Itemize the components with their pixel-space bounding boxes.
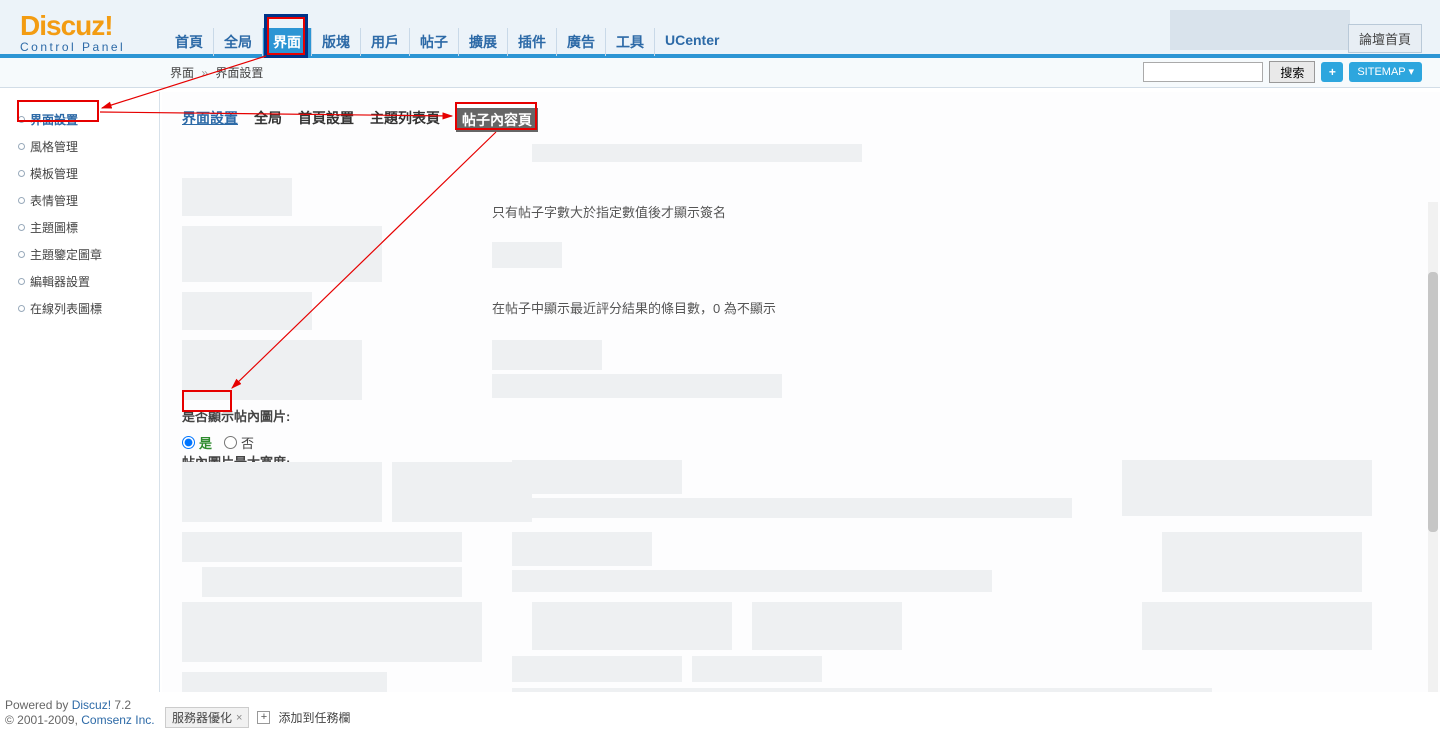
taskbar-tag-label: 服務器優化	[172, 709, 232, 726]
placeholder	[492, 242, 562, 268]
nav-ucenter[interactable]: UCenter	[655, 28, 729, 56]
forum-home-button[interactable]: 論壇首頁	[1348, 24, 1422, 53]
placeholder	[182, 292, 312, 330]
top-bar: Discuz! Control Panel 首頁 全局 界面 版塊 用戶 帖子 …	[0, 0, 1440, 58]
placeholder	[1122, 460, 1372, 516]
main-nav: 首頁 全局 界面 版塊 用戶 帖子 擴展 插件 廣告 工具 UCenter	[165, 28, 729, 56]
placeholder	[512, 498, 1072, 518]
sitemap-button[interactable]: SITEMAP ▾	[1349, 62, 1422, 82]
hint-signature: 只有帖子字數大於指定數值後才顯示簽名	[492, 202, 726, 221]
radio-yes-text: 是	[199, 433, 212, 452]
sidebar-item-interface-settings[interactable]: 界面設置	[0, 106, 159, 133]
tab-topic-list[interactable]: 主題列表頁	[370, 108, 440, 132]
nav-tools[interactable]: 工具	[606, 28, 655, 56]
placeholder	[182, 532, 462, 562]
crumb-a[interactable]: 界面	[170, 66, 194, 80]
tab-interface-settings[interactable]: 界面設置	[182, 108, 238, 132]
placeholder	[492, 374, 782, 398]
footer-version: 7.2	[114, 698, 131, 712]
placeholder	[512, 688, 1212, 692]
nav-post[interactable]: 帖子	[410, 28, 459, 56]
sidebar-item-editor[interactable]: 編輯器設置	[0, 268, 159, 295]
taskbar-tag[interactable]: 服務器優化 ×	[165, 707, 249, 728]
show-inline-image-field: 是否顯示帖內圖片: 是 否	[182, 406, 290, 452]
placeholder	[202, 567, 462, 597]
footer-discuz-link[interactable]: Discuz!	[72, 698, 111, 712]
nav-ads[interactable]: 廣告	[557, 28, 606, 56]
sidebar-item-topic-icon[interactable]: 主題圖標	[0, 214, 159, 241]
scrollbar-thumb[interactable]	[1428, 272, 1438, 532]
taskbar-add-label[interactable]: 添加到任務欄	[278, 709, 350, 726]
show-inline-image-label: 是否顯示帖內圖片:	[182, 406, 290, 425]
logo: Discuz! Control Panel	[20, 10, 160, 54]
placeholder	[692, 656, 822, 682]
crumb-b: 界面設置	[215, 66, 263, 80]
sidebar-item-online-icon[interactable]: 在線列表圖標	[0, 295, 159, 322]
placeholder	[752, 602, 902, 650]
search-box: 搜索 + SITEMAP ▾	[1143, 61, 1422, 83]
nav-extend[interactable]: 擴展	[459, 28, 508, 56]
sidebar: 界面設置 風格管理 模板管理 表情管理 主題圖標 主題鑒定圖章 編輯器設置 在線…	[0, 92, 160, 692]
nav-plugin[interactable]: 插件	[508, 28, 557, 56]
crumb-sep: »	[201, 66, 208, 80]
radio-yes-input[interactable]	[182, 436, 195, 449]
search-button[interactable]: 搜索	[1269, 61, 1315, 83]
tab-global[interactable]: 全局	[254, 108, 282, 132]
placeholder	[182, 178, 292, 216]
nav-interface[interactable]: 界面	[263, 28, 312, 56]
placeholder	[532, 602, 732, 650]
footer-comsenz-link[interactable]: Comsenz Inc.	[81, 713, 154, 727]
sidebar-item-emoji[interactable]: 表情管理	[0, 187, 159, 214]
add-button[interactable]: +	[1321, 62, 1343, 82]
footer-poweredby: Powered by	[5, 698, 72, 712]
taskbar-tag-close-icon[interactable]: ×	[236, 712, 242, 724]
radio-no-text: 否	[241, 433, 254, 452]
placeholder	[492, 340, 602, 370]
sidebar-item-style[interactable]: 風格管理	[0, 133, 159, 160]
placeholder	[182, 340, 362, 400]
placeholder	[512, 656, 682, 682]
tab-post-content[interactable]: 帖子內容頁	[456, 108, 538, 132]
placeholder	[512, 532, 652, 566]
placeholder	[1142, 602, 1372, 650]
radio-no-input[interactable]	[224, 436, 237, 449]
footer: Powered by Discuz! 7.2 © 2001-2009, Coms…	[5, 698, 155, 728]
placeholder	[512, 460, 682, 494]
tab-homepage[interactable]: 首頁設置	[298, 108, 354, 132]
content-area: 界面設置 全局 首頁設置 主題列表頁 帖子內容頁 只有帖子字數大於指定數值後才顯…	[162, 92, 1440, 692]
brand-subtitle: Control Panel	[20, 40, 160, 54]
breadcrumb-bar: 界面 » 界面設置 搜索 + SITEMAP ▾	[0, 58, 1440, 88]
placeholder	[182, 602, 482, 662]
sidebar-item-topic-stamp[interactable]: 主題鑒定圖章	[0, 241, 159, 268]
placeholder	[182, 672, 387, 692]
content-tabs: 界面設置 全局 首頁設置 主題列表頁 帖子內容頁	[162, 92, 1440, 142]
top-placeholder	[1170, 10, 1350, 50]
nav-home[interactable]: 首頁	[165, 28, 214, 56]
brand-name: Discuz!	[20, 10, 160, 42]
nav-forum[interactable]: 版塊	[312, 28, 361, 56]
taskbar: 服務器優化 × + 添加到任務欄	[165, 707, 350, 728]
hint-score: 在帖子中顯示最近評分結果的條目數，0 為不顯示	[492, 298, 776, 317]
placeholder	[392, 462, 532, 522]
placeholder	[512, 570, 992, 592]
taskbar-add-icon[interactable]: +	[257, 711, 270, 724]
placeholder	[182, 226, 382, 282]
nav-global[interactable]: 全局	[214, 28, 263, 56]
placeholder	[1162, 532, 1362, 592]
search-input[interactable]	[1143, 62, 1263, 82]
radio-no[interactable]: 否	[224, 433, 254, 452]
placeholder	[182, 462, 382, 522]
sidebar-item-template[interactable]: 模板管理	[0, 160, 159, 187]
nav-user[interactable]: 用戶	[361, 28, 410, 56]
radio-yes[interactable]: 是	[182, 433, 212, 452]
footer-copyright: © 2001-2009,	[5, 713, 81, 727]
placeholder	[552, 144, 862, 162]
